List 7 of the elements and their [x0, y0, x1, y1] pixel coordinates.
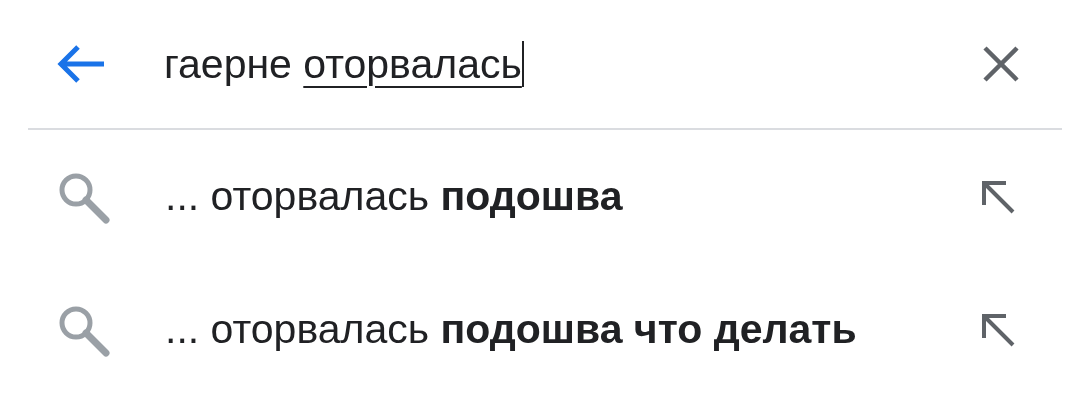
back-arrow-icon[interactable]: [56, 44, 106, 84]
insert-arrow-icon[interactable]: [980, 311, 1016, 348]
suggestion-text[interactable]: ... оторвалась подошва: [165, 173, 980, 220]
insert-arrow-icon[interactable]: [980, 178, 1016, 215]
close-icon[interactable]: [982, 45, 1020, 83]
search-field[interactable]: гаерне оторвалась: [164, 34, 982, 94]
suggestion-text[interactable]: ... оторвалась подошва что делать: [165, 306, 980, 353]
